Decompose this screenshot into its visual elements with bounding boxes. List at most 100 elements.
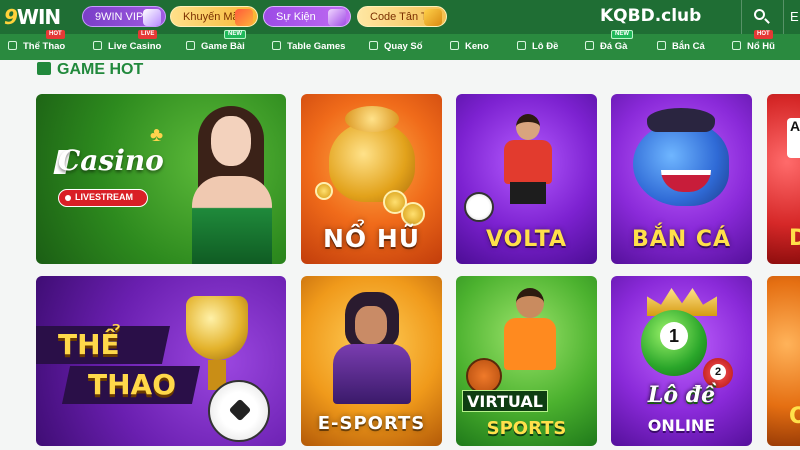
nav-item-live-casino[interactable]: Live Casino LIVE [93, 30, 162, 60]
search-icon [754, 9, 765, 20]
fishing-icon [657, 41, 666, 50]
basketball-icon [466, 358, 502, 394]
card-title-line2: ONLINE [647, 416, 716, 435]
game-card-no-hu[interactable]: NỔ HŨ [301, 94, 442, 264]
soccer-ball-icon [208, 380, 270, 442]
table-games-icon [272, 41, 281, 50]
nav-label: Game Bài [201, 41, 245, 52]
nav-item-slots[interactable]: Nổ Hũ HOT [732, 30, 775, 60]
live-dot-icon [65, 195, 71, 201]
section-title-text: GAME HOT [57, 61, 144, 78]
game-hot-icon [37, 62, 51, 75]
nav-item-card-games[interactable]: Game Bài NEW [186, 30, 246, 60]
gift-icon [235, 9, 253, 26]
card-games-icon [186, 41, 195, 50]
brand-watermark: KQBD.club [600, 6, 702, 26]
nav-label: Lô Đề [532, 41, 559, 52]
nav-label: Bắn Cá [672, 41, 705, 52]
diamond-icon [143, 9, 161, 26]
card-title-line1: THỂ [58, 328, 120, 361]
nav-label: Live Casino [108, 41, 162, 52]
nav-item-table-games[interactable]: Table Games [272, 34, 345, 60]
nav-item-lottery-draw[interactable]: Quay Số [369, 34, 423, 60]
game-card-partial-1[interactable]: A D [767, 94, 800, 264]
soccer-ball-icon [464, 192, 494, 222]
card-title-partial: O [789, 404, 800, 429]
search-button[interactable] [752, 7, 772, 27]
lottery-draw-icon [369, 41, 378, 50]
card-title: E-SPORTS [317, 413, 426, 434]
esports-warrior-image [331, 292, 413, 404]
lottery-ball-number: 2 [710, 364, 726, 380]
lo-de-icon [517, 41, 526, 50]
game-card-lo-de[interactable]: 1 2 Lô đề ONLINE [611, 276, 752, 446]
promotion-label: Khuyến Mãi [183, 11, 242, 23]
vip-label: 9WIN VIP [95, 11, 144, 23]
lottery-ball-icon: 1 [641, 310, 707, 376]
game-card-volta[interactable]: VOLTA [456, 94, 597, 264]
top-header: 9WIN 9WIN VIP Khuyến Mãi Sự Kiện Code Tâ… [0, 0, 800, 34]
livestream-badge: LIVESTREAM [58, 189, 148, 207]
nav-label: Thể Thao [23, 41, 66, 52]
basketball-player-image [500, 288, 560, 388]
casino-dealer-image [184, 100, 280, 264]
game-card-virtual-sports[interactable]: VIRTUAL SPORTS [456, 276, 597, 446]
vip-button[interactable]: 9WIN VIP [82, 6, 166, 27]
new-badge: NEW [224, 30, 246, 39]
nav-label: Đá Gà [600, 41, 628, 52]
nav-item-cockfight[interactable]: Đá Gà NEW [585, 30, 633, 60]
event-icon [328, 9, 346, 26]
nav-label: Quay Số [384, 41, 423, 52]
coin-icon [401, 202, 425, 226]
nav-item-keno[interactable]: Keno [450, 34, 489, 60]
newbie-code-button[interactable]: Code Tân Thủ [357, 6, 447, 27]
hot-badge: HOT [46, 30, 65, 39]
card-title-partial: D [789, 226, 800, 251]
game-card-ban-ca[interactable]: BẮN CÁ [611, 94, 752, 264]
nav-label: Keno [465, 41, 489, 52]
keno-icon [450, 41, 459, 50]
nav-label: Table Games [287, 41, 346, 52]
slots-icon [732, 41, 741, 50]
card-title: Casino [58, 144, 164, 177]
game-card-e-sports[interactable]: E-SPORTS [301, 276, 442, 446]
playing-card-icon: A [787, 118, 800, 158]
header-divider [741, 0, 742, 34]
header-extra-button[interactable]: E [790, 9, 799, 24]
game-card-the-thao[interactable]: THỂ THAO [36, 276, 286, 446]
event-button[interactable]: Sự Kiện [263, 6, 351, 27]
site-logo[interactable]: 9WIN [4, 5, 61, 29]
livestream-label: LIVESTREAM [75, 192, 134, 202]
club-suit-icon: ♣ [150, 124, 164, 146]
card-title: NỔ HŨ [322, 224, 421, 253]
header-divider [783, 0, 784, 34]
nav-item-sports[interactable]: Thể Thao HOT [8, 30, 66, 60]
game-card-casino[interactable]: Casino LIVESTREAM ♣ [36, 94, 286, 264]
hot-badge: HOT [754, 30, 773, 39]
football-player-image [500, 114, 556, 214]
live-badge: LIVE [138, 30, 158, 39]
card-title: VOLTA [485, 227, 568, 252]
main-nav: Thể Thao HOT Live Casino LIVE Game Bài N… [0, 30, 800, 60]
promotion-button[interactable]: Khuyến Mãi [170, 6, 258, 27]
sports-icon [8, 41, 17, 50]
shark-image [633, 122, 729, 206]
card-title-line1: VIRTUAL [462, 390, 548, 412]
new-badge: NEW [611, 30, 633, 39]
bag-icon [424, 9, 442, 26]
nav-item-lo-de[interactable]: Lô Đề [517, 34, 558, 60]
section-title: GAME HOT [37, 61, 143, 79]
pirate-hat-icon [647, 108, 715, 132]
nav-item-fishing[interactable]: Bắn Cá [657, 34, 705, 60]
nav-label: Nổ Hũ [747, 41, 775, 52]
card-title-line1: Lô đề [647, 382, 716, 408]
cockfight-icon [585, 41, 594, 50]
event-label: Sự Kiện [276, 11, 316, 23]
lottery-ball-number: 1 [660, 322, 688, 350]
game-card-partial-2[interactable]: O [767, 276, 800, 446]
money-pot-image [329, 122, 415, 202]
trophy-icon [186, 296, 248, 360]
card-title-line2: THAO [88, 368, 177, 401]
card-title-line2: SPORTS [486, 418, 567, 439]
live-casino-icon [93, 41, 102, 50]
